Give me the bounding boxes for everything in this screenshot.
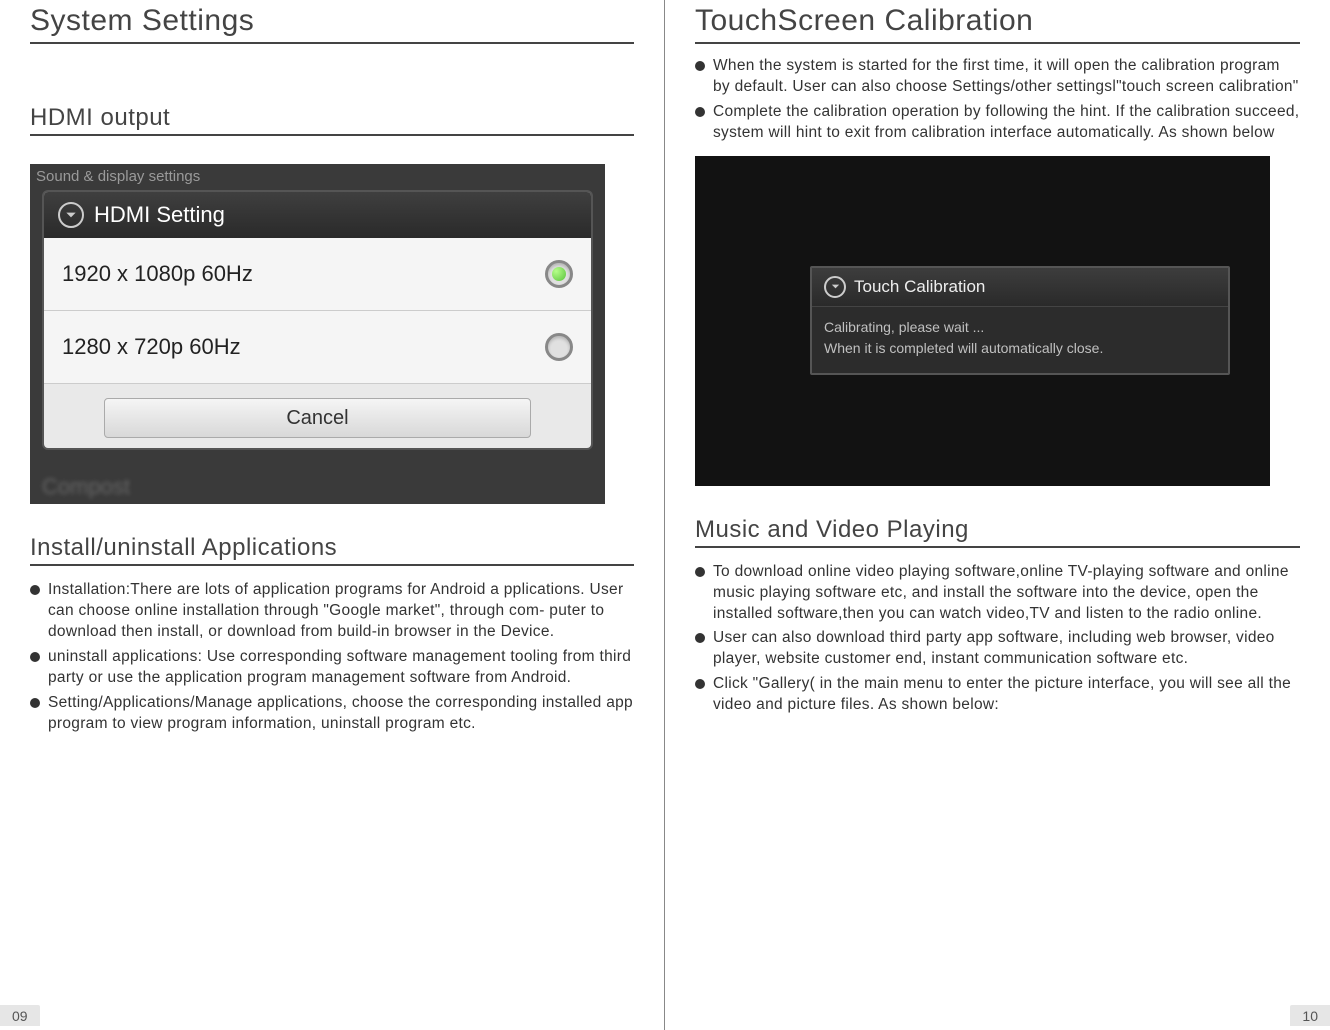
install-heading: Install/uninstall Applications bbox=[30, 534, 634, 566]
install-bullet: Setting/Applications/Manage applications… bbox=[30, 693, 634, 735]
touch-line1: Calibrating, please wait ... bbox=[824, 317, 1216, 338]
hdmi-dialog-footer: Cancel bbox=[44, 384, 591, 448]
touch-bullet: Complete the calibration operation by fo… bbox=[695, 102, 1300, 144]
hdmi-option-720p[interactable]: 1280 x 720p 60Hz bbox=[44, 311, 591, 384]
hdmi-dialog-header: HDMI Setting bbox=[44, 192, 591, 238]
hdmi-screenshot: Sound & display settings HDMI Setting 19… bbox=[30, 164, 605, 504]
hdmi-bg-text: Sound & display settings bbox=[30, 164, 605, 189]
page-title-right: TouchScreen Calibration bbox=[695, 4, 1300, 44]
music-bullet: User can also download third party app s… bbox=[695, 628, 1300, 670]
touch-dialog-header: Touch Calibration bbox=[812, 268, 1228, 307]
radio-unselected-icon[interactable] bbox=[545, 333, 573, 361]
page-right: TouchScreen Calibration When the system … bbox=[665, 0, 1330, 1030]
hdmi-dialog: HDMI Setting 1920 x 1080p 60Hz 1280 x 72… bbox=[42, 190, 593, 450]
music-bullet: To download online video playing softwar… bbox=[695, 562, 1300, 625]
install-bullet: Installation:There are lots of applicati… bbox=[30, 580, 634, 643]
hdmi-option-1-label: 1920 x 1080p 60Hz bbox=[62, 261, 253, 287]
hdmi-option-2-label: 1280 x 720p 60Hz bbox=[62, 334, 241, 360]
touch-line2: When it is completed will automatically … bbox=[824, 338, 1216, 359]
chevron-down-icon bbox=[58, 202, 84, 228]
music-bullets: To download online video playing softwar… bbox=[695, 562, 1300, 716]
touch-header-label: Touch Calibration bbox=[854, 277, 985, 297]
page-number-right: 10 bbox=[1290, 1005, 1330, 1026]
hdmi-output-heading: HDMI output bbox=[30, 104, 634, 136]
chevron-down-icon bbox=[824, 276, 846, 298]
page-left: System Settings HDMI output Sound & disp… bbox=[0, 0, 665, 1030]
install-bullet: uninstall applications: Use correspondin… bbox=[30, 647, 634, 689]
hdmi-option-1080p[interactable]: 1920 x 1080p 60Hz bbox=[44, 238, 591, 311]
music-bullet: Click "Gallery( in the main menu to ente… bbox=[695, 674, 1300, 716]
page-title-left: System Settings bbox=[30, 4, 634, 44]
install-bullets: Installation:There are lots of applicati… bbox=[30, 580, 634, 734]
radio-selected-icon[interactable] bbox=[545, 260, 573, 288]
touch-bullet: When the system is started for the first… bbox=[695, 56, 1300, 98]
cancel-button[interactable]: Cancel bbox=[104, 398, 531, 438]
hdmi-header-label: HDMI Setting bbox=[94, 202, 225, 228]
touch-bullets: When the system is started for the first… bbox=[695, 56, 1300, 144]
touch-dialog-body: Calibrating, please wait ... When it is … bbox=[812, 307, 1228, 373]
touch-screenshot: Touch Calibration Calibrating, please wa… bbox=[695, 156, 1270, 486]
music-heading: Music and Video Playing bbox=[695, 516, 1300, 548]
hdmi-blur-text: Compost bbox=[42, 474, 130, 500]
page-number-left: 09 bbox=[0, 1005, 40, 1026]
touch-dialog: Touch Calibration Calibrating, please wa… bbox=[810, 266, 1230, 375]
